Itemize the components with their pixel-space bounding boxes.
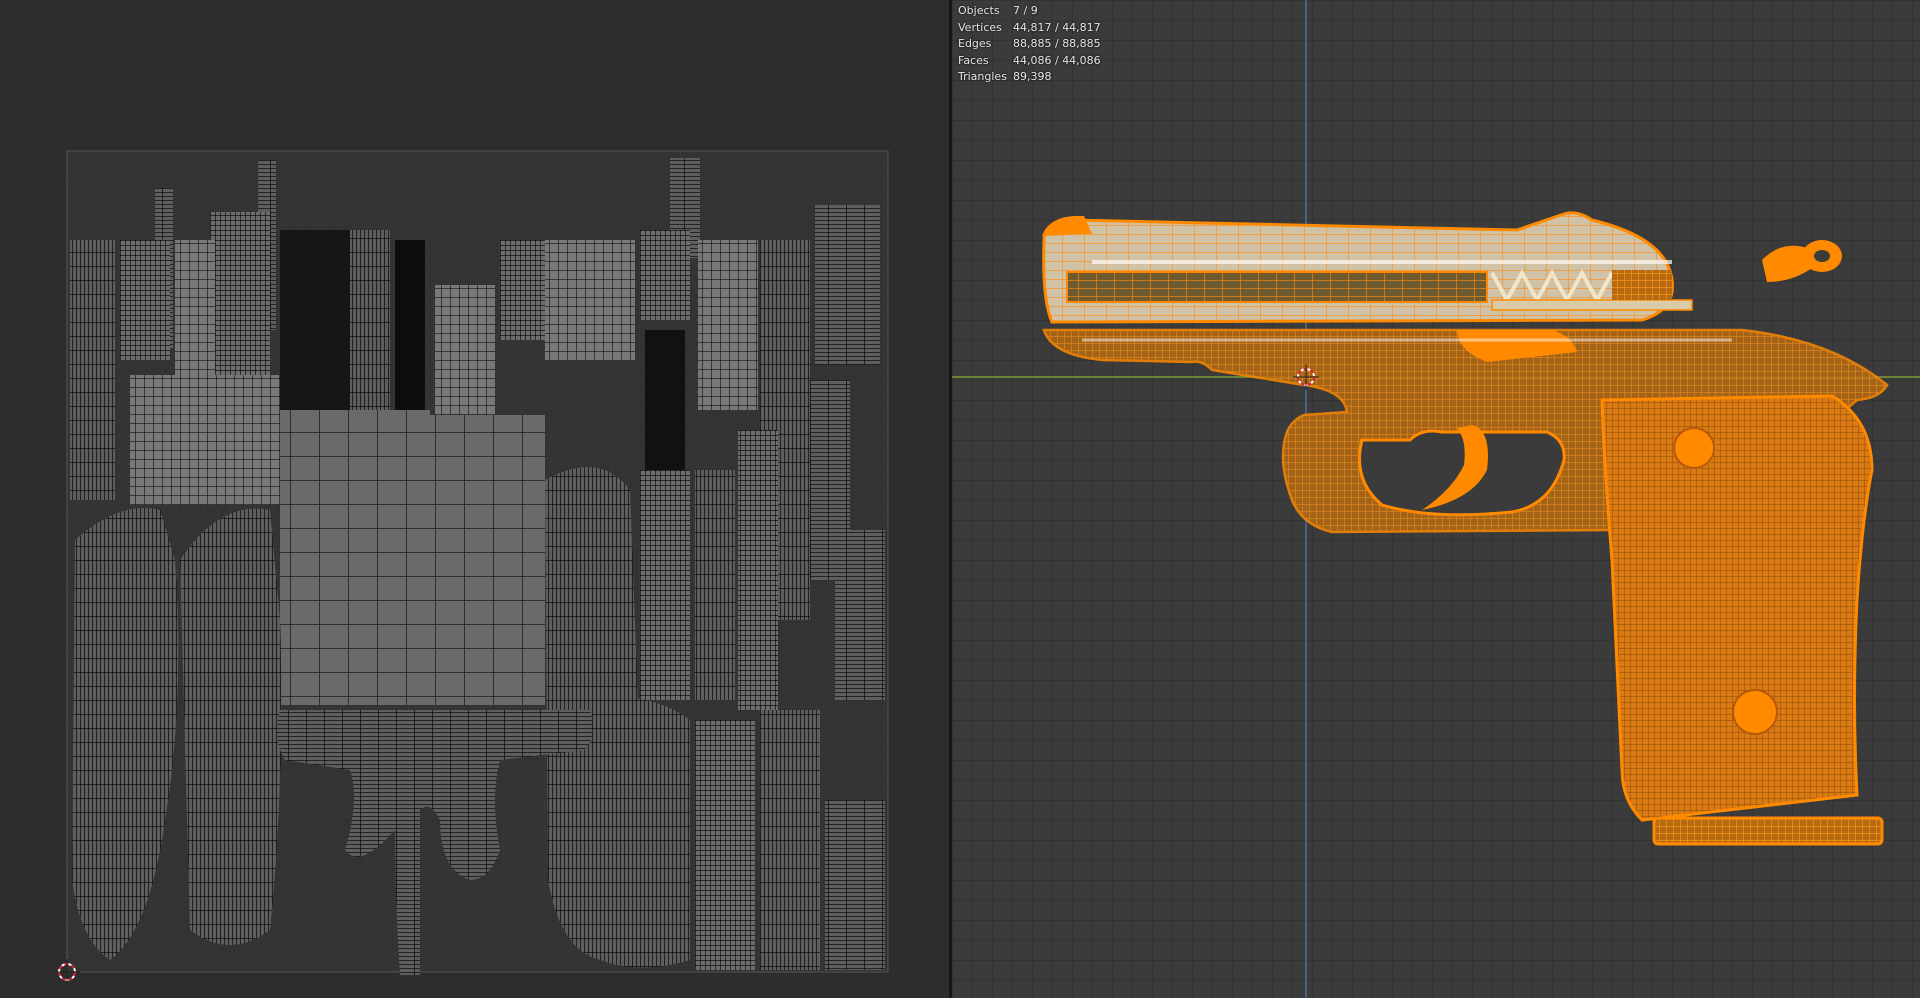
uv-island[interactable]: [815, 205, 880, 365]
statistics-overlay: Objects 7 / 9 Vertices 44,817 / 44,817 E…: [958, 3, 1101, 86]
uv-island[interactable]: [130, 375, 280, 505]
uv-island[interactable]: [591, 697, 690, 968]
stat-edges: Edges 88,885 / 88,885: [958, 36, 1101, 53]
uv-island[interactable]: [640, 230, 690, 320]
uv-island[interactable]: [500, 240, 545, 340]
stat-value: 44,817 / 44,817: [1013, 20, 1101, 34]
stat-triangles: Triangles 89,398: [958, 69, 1101, 86]
uv-island[interactable]: [640, 470, 690, 700]
3d-viewport[interactable]: Objects 7 / 9 Vertices 44,817 / 44,817 E…: [952, 0, 1920, 998]
uv-island[interactable]: [280, 410, 430, 705]
uv-island[interactable]: [695, 720, 755, 970]
magazine-base[interactable]: [1652, 816, 1884, 846]
uv-island[interactable]: [70, 240, 115, 500]
pistol-grip[interactable]: [1600, 394, 1874, 822]
uv-island[interactable]: [545, 240, 635, 360]
stat-faces: Faces 44,086 / 44,086: [958, 53, 1101, 70]
stat-value: 7 / 9: [1013, 4, 1038, 17]
uv-island[interactable]: [435, 285, 495, 415]
uv-island[interactable]: [180, 508, 282, 945]
slide-groove: [1066, 271, 1488, 303]
stat-label: Edges: [958, 37, 992, 50]
viewport-canvas[interactable]: [952, 0, 1920, 998]
pistol-mesh[interactable]: [1042, 211, 1889, 846]
stat-value: 44,086 / 44,086: [1013, 53, 1101, 67]
uv-island[interactable]: [760, 710, 820, 970]
stat-label: Objects: [958, 4, 1000, 17]
uv-canvas[interactable]: [0, 0, 949, 998]
uv-island[interactable]: [738, 430, 778, 710]
uv-editor[interactable]: [0, 0, 949, 998]
uv-island[interactable]: [350, 230, 390, 410]
stat-value: 88,885 / 88,885: [1013, 37, 1101, 50]
uv-island[interactable]: [695, 470, 735, 700]
stat-label: Vertices: [958, 20, 1002, 34]
uv-island[interactable]: [120, 240, 170, 360]
stat-label: Faces: [958, 53, 989, 67]
uv-island[interactable]: [698, 240, 758, 410]
uv-island[interactable]: [645, 330, 685, 470]
stat-label: Triangles: [958, 70, 1007, 83]
uv-island[interactable]: [825, 800, 885, 970]
stat-value: 89,398: [1013, 70, 1052, 83]
stat-vertices: Vertices 44,817 / 44,817: [958, 20, 1101, 37]
grip-screw-top: [1673, 427, 1715, 469]
grip-screw-bottom: [1732, 689, 1778, 735]
uv-island[interactable]: [430, 415, 545, 705]
uv-island[interactable]: [835, 530, 885, 700]
stat-objects: Objects 7 / 9: [958, 3, 1101, 20]
